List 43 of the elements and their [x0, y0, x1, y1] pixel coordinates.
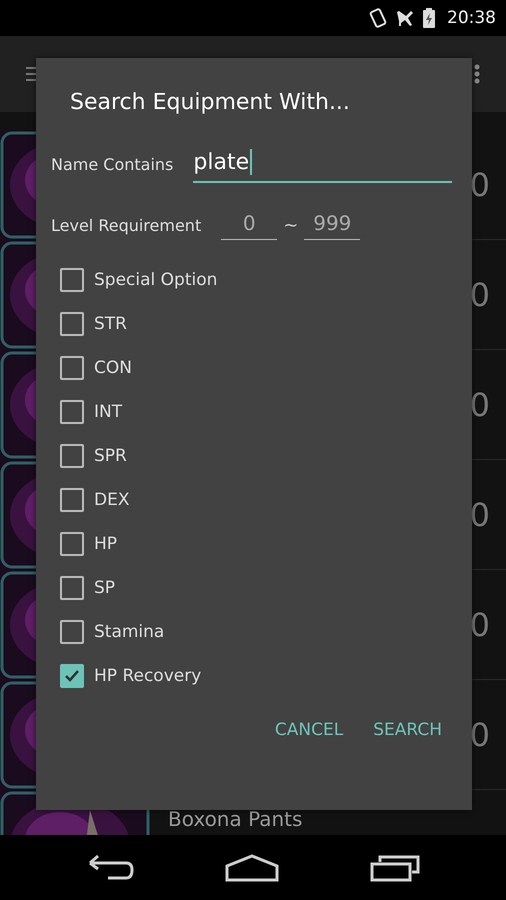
item-value: 0 [470, 716, 490, 754]
home-icon[interactable] [224, 854, 279, 882]
checkbox-label: HP Recovery [94, 666, 202, 686]
checkbox-label: Special Option [94, 270, 218, 290]
recent-apps-icon[interactable] [370, 854, 420, 882]
checkbox[interactable] [60, 576, 84, 600]
checkbox-label: SPR [94, 446, 127, 466]
checkbox-label: STR [94, 314, 127, 334]
dialog-button[interactable]: CANCEL [262, 712, 356, 748]
checkbox-label: DEX [94, 490, 130, 510]
checkbox[interactable] [60, 488, 84, 512]
field-label: Name Contains [51, 154, 174, 174]
field-label: Level Requirement [51, 216, 202, 234]
checkbox-label: Stamina [94, 622, 164, 642]
checkbox[interactable] [60, 268, 84, 292]
screen-rotation-icon [369, 8, 387, 28]
checkbox-label: INT [94, 402, 122, 422]
checkbox-label: CON [94, 358, 132, 378]
item-value: 0 [470, 606, 490, 644]
overflow-menu-icon[interactable] [474, 64, 480, 84]
item-name: Boxona Pants [168, 806, 302, 831]
max-level-field[interactable]: 999 [304, 210, 360, 240]
airplane-icon [395, 8, 415, 28]
checkbox-label: HP [94, 534, 118, 554]
name-input-field[interactable]: plate [193, 145, 452, 183]
clock-time: 20:38 [447, 8, 496, 28]
checkbox[interactable] [60, 444, 84, 468]
checkbox[interactable] [60, 620, 84, 644]
battery-icon [423, 8, 435, 28]
item-value: 0 [470, 166, 490, 204]
checkbox[interactable] [60, 400, 84, 424]
range-separator: ~ [283, 214, 298, 236]
item-value: 0 [470, 496, 490, 534]
item-value: 0 [470, 386, 490, 424]
checkbox-label: SP [94, 578, 116, 598]
min-level-field[interactable]: 0 [221, 210, 278, 240]
dialog-title: Search Equipment With... [69, 89, 351, 117]
checkbox[interactable] [60, 356, 84, 380]
checkbox[interactable] [60, 532, 84, 556]
check-icon [64, 669, 80, 683]
item-value: 0 [470, 276, 490, 314]
checkbox[interactable] [60, 312, 84, 336]
dialog-button[interactable]: SEARCH [361, 712, 454, 748]
